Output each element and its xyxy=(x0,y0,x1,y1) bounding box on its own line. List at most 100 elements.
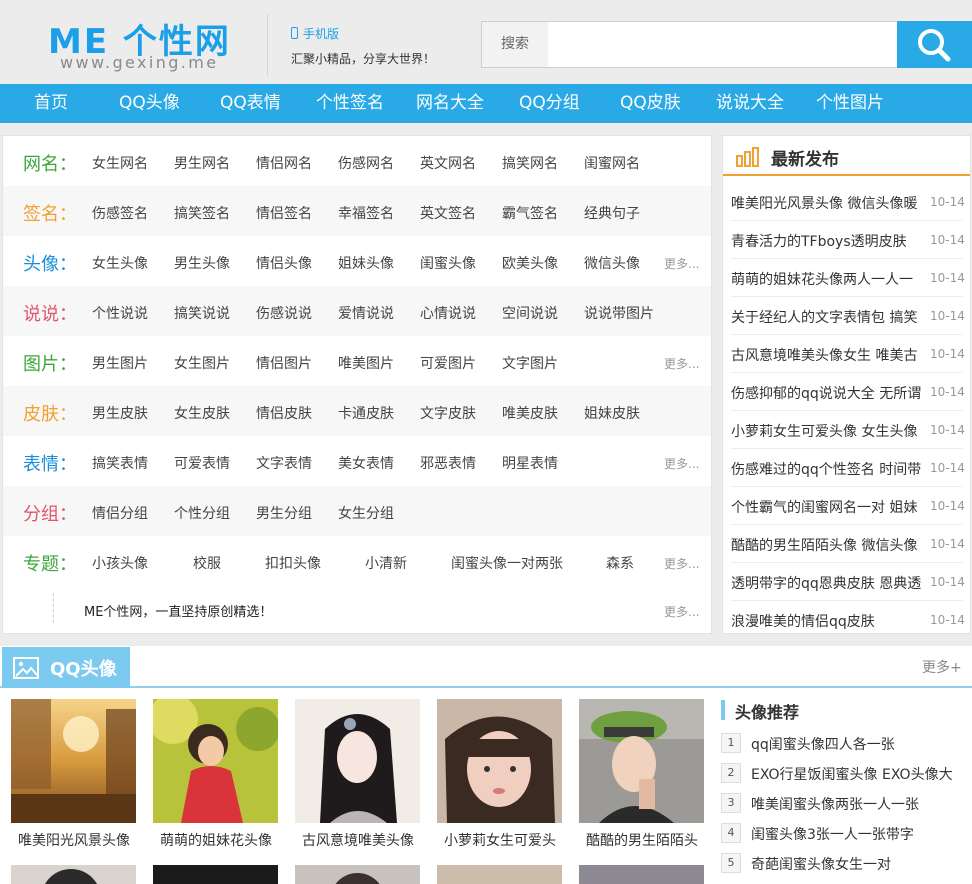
latest-item-title[interactable]: 青春活力的TFboys透明皮肤 xyxy=(731,231,923,251)
category-link[interactable]: 姐妹皮肤 xyxy=(584,403,640,423)
category-link[interactable]: 男生头像 xyxy=(174,253,230,273)
category-link[interactable]: 闺蜜头像一对两张 xyxy=(451,553,563,573)
thumb-caption[interactable]: 酷酷的男生陌陌头 xyxy=(571,830,713,850)
category-link[interactable]: 爱情说说 xyxy=(338,303,394,323)
category-link[interactable]: 个性说说 xyxy=(92,303,148,323)
latest-item-title[interactable]: 个性霸气的闺蜜网名一对 姐妹 xyxy=(731,497,923,517)
category-link[interactable]: 邪恶表情 xyxy=(420,453,476,473)
category-link[interactable]: 闺蜜头像 xyxy=(420,253,476,273)
nav-item[interactable]: QQ表情 xyxy=(220,84,281,123)
latest-item-title[interactable]: 伤感难过的qq个性签名 时间带 xyxy=(731,459,923,479)
category-link[interactable]: 空间说说 xyxy=(502,303,558,323)
category-link[interactable]: 搞笑表情 xyxy=(92,453,148,473)
category-link[interactable]: 微信头像 xyxy=(584,253,640,273)
category-link[interactable]: 情侣图片 xyxy=(256,353,312,373)
latest-item[interactable]: 个性霸气的闺蜜网名一对 姐妹 10-14 xyxy=(731,487,965,525)
category-link[interactable]: 男生分组 xyxy=(256,503,312,523)
latest-item[interactable]: 透明带字的qq恩典皮肤 恩典透 10-14 xyxy=(731,563,965,601)
latest-item-title[interactable]: 关于经纪人的文字表情包 搞笑 xyxy=(731,307,923,327)
thumb-little-lolita[interactable] xyxy=(437,699,562,823)
thumb-caption[interactable]: 古风意境唯美头像 xyxy=(287,830,429,850)
thumb-cute-sisters[interactable] xyxy=(153,699,278,823)
category-link[interactable]: 个性分组 xyxy=(174,503,230,523)
category-link[interactable]: 文字图片 xyxy=(502,353,558,373)
category-link[interactable]: 闺蜜网名 xyxy=(584,153,640,173)
latest-item[interactable]: 青春活力的TFboys透明皮肤 10-14 xyxy=(731,221,965,259)
thumb-caption[interactable]: 小萝莉女生可爱头 xyxy=(429,830,571,850)
nav-item[interactable]: 说说大全 xyxy=(716,84,784,123)
category-link[interactable]: 男生网名 xyxy=(174,153,230,173)
category-link[interactable]: 搞笑签名 xyxy=(174,203,230,223)
latest-item-title[interactable]: 透明带字的qq恩典皮肤 恩典透 xyxy=(731,573,923,593)
category-link[interactable]: 女生图片 xyxy=(174,353,230,373)
category-link[interactable]: 女生分组 xyxy=(338,503,394,523)
category-link[interactable]: 女生皮肤 xyxy=(174,403,230,423)
category-link[interactable]: 男生皮肤 xyxy=(92,403,148,423)
mobile-version-link[interactable]: 手机版 xyxy=(291,25,339,42)
category-link[interactable]: 森系 xyxy=(606,553,634,573)
category-link[interactable]: 搞笑说说 xyxy=(174,303,230,323)
footer-more-link[interactable]: 更多... xyxy=(664,603,699,620)
latest-item-title[interactable]: 酷酷的男生陌陌头像 微信头像 xyxy=(731,535,923,555)
category-link[interactable]: 经典句子 xyxy=(584,203,640,223)
rec-item-link[interactable]: EXO行星饭闺蜜头像 EXO头像大 xyxy=(751,764,953,784)
nav-item[interactable]: 首页 xyxy=(34,84,68,123)
category-link[interactable]: 唯美皮肤 xyxy=(502,403,558,423)
latest-item[interactable]: 酷酷的男生陌陌头像 微信头像 10-14 xyxy=(731,525,965,563)
latest-item[interactable]: 关于经纪人的文字表情包 搞笑 10-14 xyxy=(731,297,965,335)
category-more-link[interactable]: 更多... xyxy=(664,255,699,272)
category-link[interactable]: 美女表情 xyxy=(338,453,394,473)
thumb-cool-boy[interactable] xyxy=(579,699,704,823)
category-more-link[interactable]: 更多... xyxy=(664,455,699,472)
category-link[interactable]: 小孩头像 xyxy=(92,553,148,573)
qq-avatar-tab[interactable]: QQ头像 xyxy=(2,647,130,688)
latest-item[interactable]: 古风意境唯美头像女生 唯美古 10-14 xyxy=(731,335,965,373)
nav-item[interactable]: QQ皮肤 xyxy=(620,84,681,123)
category-link[interactable]: 女生网名 xyxy=(92,153,148,173)
latest-item[interactable]: 唯美阳光风景头像 微信头像暖 10-14 xyxy=(731,183,965,221)
nav-item[interactable]: QQ头像 xyxy=(119,84,180,123)
category-link[interactable]: 可爱图片 xyxy=(420,353,476,373)
nav-item[interactable]: 个性签名 xyxy=(316,84,384,123)
latest-item[interactable]: 伤感难过的qq个性签名 时间带 10-14 xyxy=(731,449,965,487)
thumb-caption[interactable]: 萌萌的姐妹花头像 xyxy=(145,830,287,850)
thumb-row2[interactable] xyxy=(153,865,278,884)
category-link[interactable]: 情侣皮肤 xyxy=(256,403,312,423)
category-link[interactable]: 伤感说说 xyxy=(256,303,312,323)
latest-item[interactable]: 浪漫唯美的情侣qq皮肤 10-14 xyxy=(731,601,965,639)
thumb-row2[interactable] xyxy=(437,865,562,884)
search-button[interactable] xyxy=(897,21,972,68)
thumb-row2[interactable] xyxy=(11,865,136,884)
category-link[interactable]: 情侣网名 xyxy=(256,153,312,173)
rec-item-link[interactable]: 唯美闺蜜头像两张一人一张 xyxy=(751,794,919,814)
category-link[interactable]: 唯美图片 xyxy=(338,353,394,373)
nav-item[interactable]: 网名大全 xyxy=(416,84,484,123)
category-link[interactable]: 英文网名 xyxy=(420,153,476,173)
rec-item-link[interactable]: qq闺蜜头像四人各一张 xyxy=(751,734,895,754)
latest-item[interactable]: 伤感抑郁的qq说说大全 无所谓 10-14 xyxy=(731,373,965,411)
category-link[interactable]: 英文签名 xyxy=(420,203,476,223)
latest-item-title[interactable]: 浪漫唯美的情侣qq皮肤 xyxy=(731,611,923,631)
category-link[interactable]: 说说带图片 xyxy=(584,303,654,323)
search-input[interactable] xyxy=(548,22,898,67)
nav-item[interactable]: 个性图片 xyxy=(816,84,884,123)
latest-item-title[interactable]: 萌萌的姐妹花头像两人一人一 xyxy=(731,269,923,289)
category-link[interactable]: 伤感网名 xyxy=(338,153,394,173)
category-link[interactable]: 校服 xyxy=(193,553,221,573)
rec-item-link[interactable]: 闺蜜头像3张一人一张带字 xyxy=(751,824,914,844)
category-link[interactable]: 欧美头像 xyxy=(502,253,558,273)
category-link[interactable]: 情侣头像 xyxy=(256,253,312,273)
thumb-row2[interactable] xyxy=(579,865,704,884)
category-more-link[interactable]: 更多... xyxy=(664,555,699,572)
category-link[interactable]: 卡通皮肤 xyxy=(338,403,394,423)
category-link[interactable]: 伤感签名 xyxy=(92,203,148,223)
thumb-row2[interactable] xyxy=(295,865,420,884)
category-link[interactable]: 幸福签名 xyxy=(338,203,394,223)
latest-item[interactable]: 萌萌的姐妹花头像两人一人一 10-14 xyxy=(731,259,965,297)
category-link[interactable]: 情侣签名 xyxy=(256,203,312,223)
latest-item-title[interactable]: 小萝莉女生可爱头像 女生头像 xyxy=(731,421,923,441)
category-more-link[interactable]: 更多... xyxy=(664,355,699,372)
category-link[interactable]: 扣扣头像 xyxy=(265,553,321,573)
thumb-caption[interactable]: 唯美阳光风景头像 xyxy=(3,830,145,850)
category-link[interactable]: 可爱表情 xyxy=(174,453,230,473)
